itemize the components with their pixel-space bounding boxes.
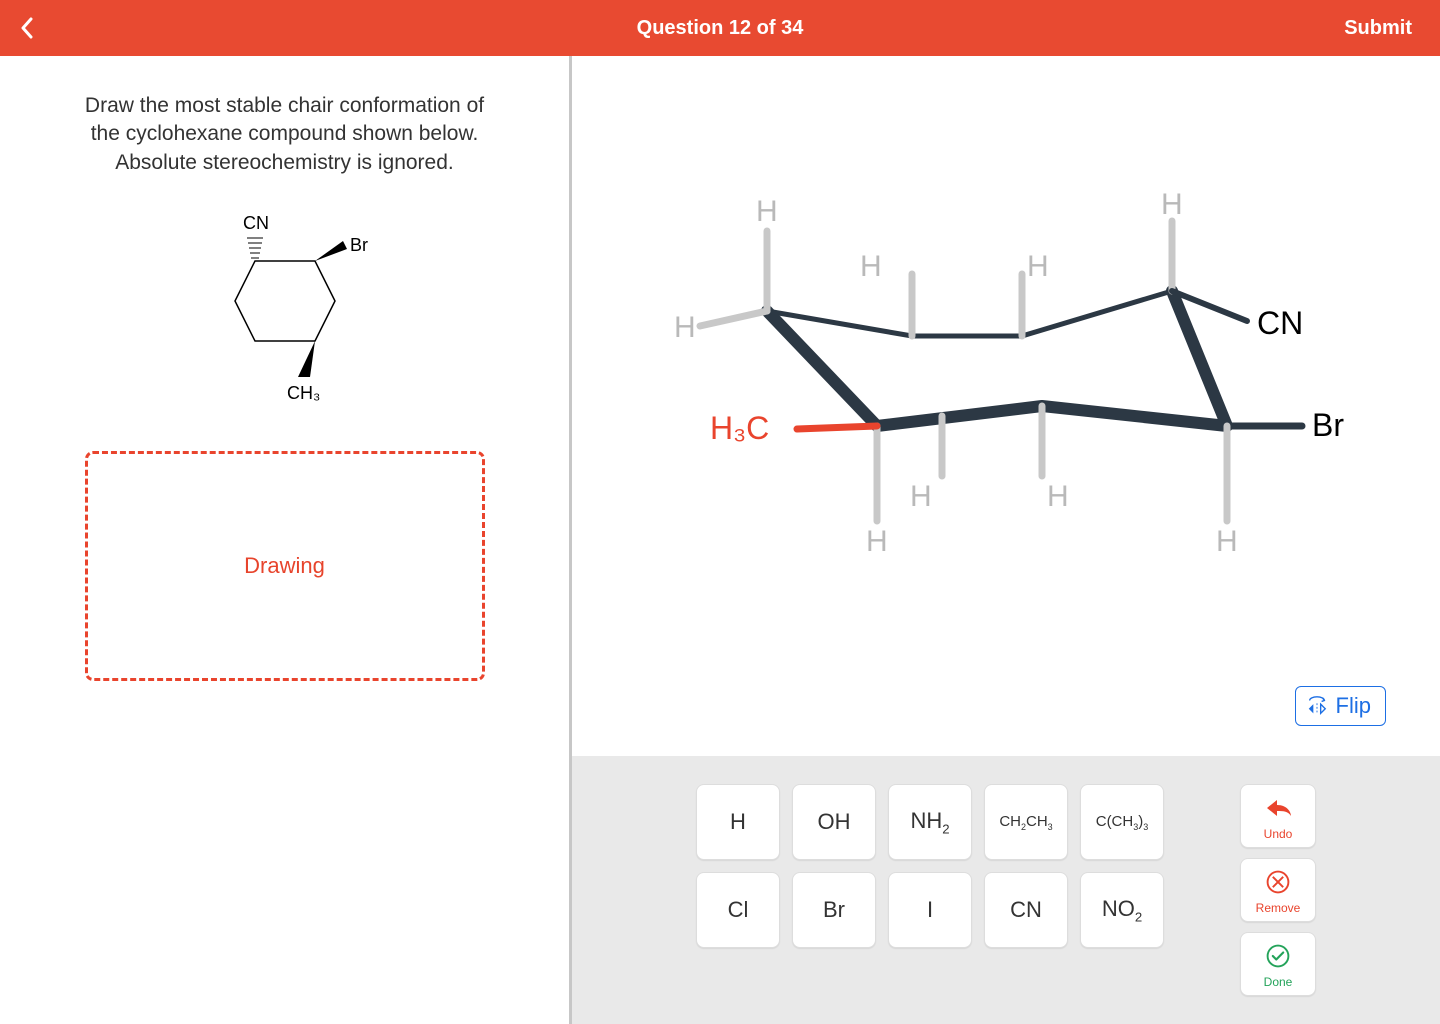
undo-label: Undo bbox=[1264, 827, 1293, 841]
structure-label-cn: CN bbox=[243, 213, 269, 233]
sub-btn-ch2ch3[interactable]: CH2CH3 bbox=[984, 784, 1068, 860]
sub-eq-bottom-right[interactable]: Br bbox=[1312, 407, 1344, 443]
structure-label-ch3: CH₃ bbox=[287, 383, 320, 403]
sub-btn-br[interactable]: Br bbox=[792, 872, 876, 948]
back-button[interactable] bbox=[20, 0, 34, 56]
prompt-pane: Draw the most stable chair conformation … bbox=[0, 56, 572, 1024]
sub-btn-cch33[interactable]: C(CH3)3 bbox=[1080, 784, 1164, 860]
done-label: Done bbox=[1264, 975, 1293, 989]
header-bar: Question 12 of 34 Submit bbox=[0, 0, 1440, 56]
question-counter: Question 12 of 34 bbox=[637, 17, 804, 40]
sub-btn-cn[interactable]: CN bbox=[984, 872, 1068, 948]
undo-button[interactable]: Undo bbox=[1240, 784, 1316, 848]
canvas-area[interactable]: H H H H H CN Br bbox=[572, 56, 1440, 756]
prompt-text: Draw the most stable chair conformation … bbox=[70, 92, 500, 177]
action-column: Undo Remove bbox=[1240, 784, 1316, 996]
sub-btn-i[interactable]: I bbox=[888, 872, 972, 948]
sub-ax-top-right[interactable]: H bbox=[1161, 188, 1183, 221]
sub-btn-h[interactable]: H bbox=[696, 784, 780, 860]
flip-label: Flip bbox=[1336, 693, 1371, 719]
substituent-grid: H OH NH2 CH2CH3 C(CH3)3 Cl Br I CN NO2 bbox=[696, 784, 1164, 948]
structure-label-br: Br bbox=[350, 235, 368, 255]
sub-btn-no2[interactable]: NO2 bbox=[1080, 872, 1164, 948]
drawing-pane: H H H H H CN Br bbox=[572, 56, 1440, 1024]
chevron-left-icon bbox=[20, 17, 34, 39]
done-icon bbox=[1263, 941, 1293, 971]
prompt-structure-image: CN Br CH₃ bbox=[195, 201, 375, 421]
sub-ax-front-mid-right[interactable]: H bbox=[1047, 480, 1069, 513]
undo-icon bbox=[1263, 793, 1293, 823]
sub-ax-front-mid-left[interactable]: H bbox=[910, 480, 932, 513]
drawing-dropzone[interactable]: Drawing bbox=[85, 451, 485, 681]
sub-ax-front-left-down[interactable]: H bbox=[866, 525, 888, 558]
sub-btn-cl[interactable]: Cl bbox=[696, 872, 780, 948]
drawing-box-label: Drawing bbox=[244, 553, 325, 579]
remove-label: Remove bbox=[1256, 901, 1301, 915]
submit-button[interactable]: Submit bbox=[1344, 0, 1412, 56]
sub-eq-top-left[interactable]: H bbox=[674, 311, 696, 344]
remove-button[interactable]: Remove bbox=[1240, 858, 1316, 922]
sub-btn-oh[interactable]: OH bbox=[792, 784, 876, 860]
sub-ax-front-right-down[interactable]: H bbox=[1216, 525, 1238, 558]
sub-btn-nh2[interactable]: NH2 bbox=[888, 784, 972, 860]
sub-ax-back-right[interactable]: H bbox=[1027, 250, 1049, 283]
tool-panel: H OH NH2 CH2CH3 C(CH3)3 Cl Br I CN NO2 bbox=[572, 756, 1440, 1024]
flip-button[interactable]: Flip bbox=[1295, 686, 1386, 726]
main-area: Draw the most stable chair conformation … bbox=[0, 56, 1440, 1024]
sub-eq-top-right[interactable]: CN bbox=[1257, 305, 1303, 341]
done-button[interactable]: Done bbox=[1240, 932, 1316, 996]
sub-ax-back-left[interactable]: H bbox=[860, 250, 882, 283]
flip-icon bbox=[1306, 695, 1328, 717]
chair-diagram: H H H H H CN Br bbox=[652, 126, 1372, 666]
sub-eq-bottom-left[interactable]: H₃C bbox=[710, 410, 769, 446]
remove-icon bbox=[1263, 867, 1293, 897]
sub-ax-top-left[interactable]: H bbox=[756, 195, 778, 228]
